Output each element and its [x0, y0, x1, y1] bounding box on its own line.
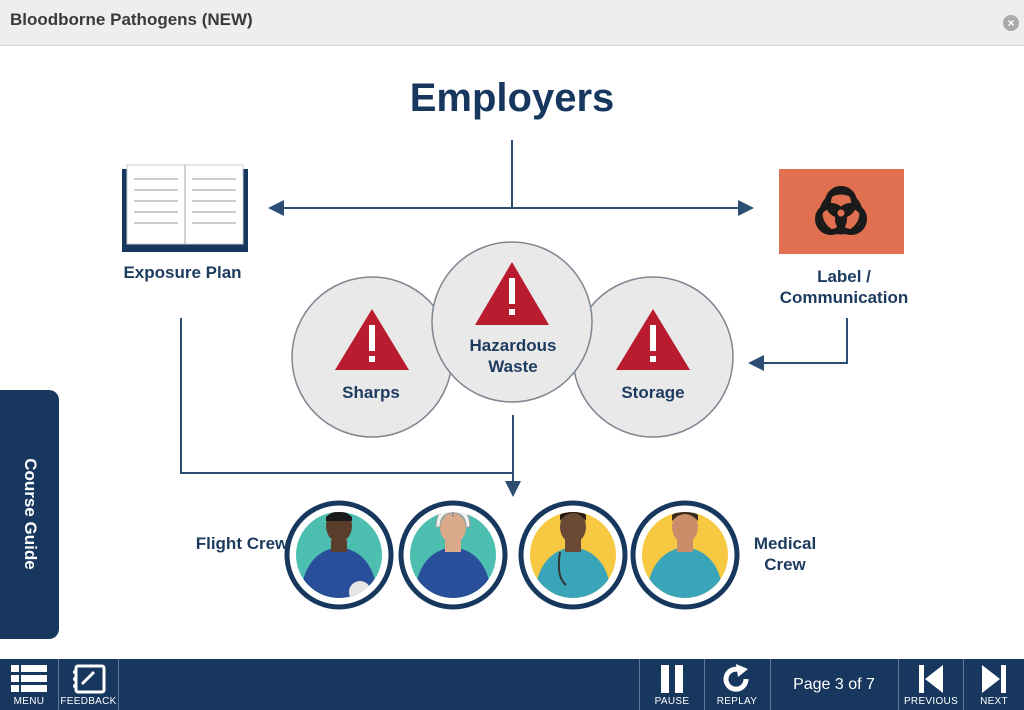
feedback-icon [72, 664, 105, 694]
biohazard-icon [779, 169, 904, 254]
previous-label: PREVIOUS [903, 696, 959, 707]
avatar-flight-crew-2 [398, 500, 508, 610]
menu-icon [11, 665, 47, 692]
pause-icon [661, 665, 683, 693]
next-label: NEXT [980, 696, 1008, 707]
medical-crew-label: Medical Crew [753, 534, 817, 575]
sharps-label: Sharps [342, 383, 400, 402]
label-communication-label: Label / Communication [779, 267, 909, 308]
menu-button[interactable]: MENU [0, 659, 58, 710]
slide-stage: Employers Exposure Plan Label / Communic… [0, 47, 1024, 659]
replay-button[interactable]: REPLAY [705, 659, 769, 710]
avatar-flight-crew-1 [284, 500, 394, 610]
previous-button[interactable]: PREVIOUS [899, 659, 963, 710]
next-button[interactable]: NEXT [964, 659, 1024, 710]
app-title: Bloodborne Pathogens (NEW) [10, 10, 253, 29]
course-guide-label: Course Guide [21, 458, 40, 570]
previous-icon [919, 665, 943, 693]
next-icon [982, 665, 1006, 693]
player-toolbar: MENU FEEDBACK PAUSE REPLAY Page 3 of 7 P… [0, 659, 1024, 710]
book-icon [122, 164, 248, 252]
avatar-medical-crew-1 [518, 500, 628, 610]
feedback-button[interactable]: FEEDBACK [59, 659, 118, 710]
pause-button[interactable]: PAUSE [640, 659, 704, 710]
page-indicator: Page 3 of 7 [793, 676, 875, 693]
hazardous-waste-label: Hazardous Waste [469, 336, 557, 377]
pause-label: PAUSE [654, 696, 690, 707]
title-bar: Bloodborne Pathogens (NEW) × [0, 0, 1024, 46]
avatar-medical-crew-2 [630, 500, 740, 610]
feedback-label: FEEDBACK [60, 696, 117, 707]
replay-icon [723, 664, 749, 692]
exposure-plan-label: Exposure Plan [123, 263, 242, 282]
close-icon[interactable]: × [1003, 15, 1019, 31]
storage-label: Storage [621, 383, 685, 402]
flight-crew-label: Flight Crew [195, 534, 289, 553]
page-title: Employers [409, 76, 615, 120]
menu-label: MENU [13, 696, 45, 707]
course-guide-tab[interactable]: Course Guide [0, 390, 59, 639]
replay-label: REPLAY [716, 696, 758, 707]
